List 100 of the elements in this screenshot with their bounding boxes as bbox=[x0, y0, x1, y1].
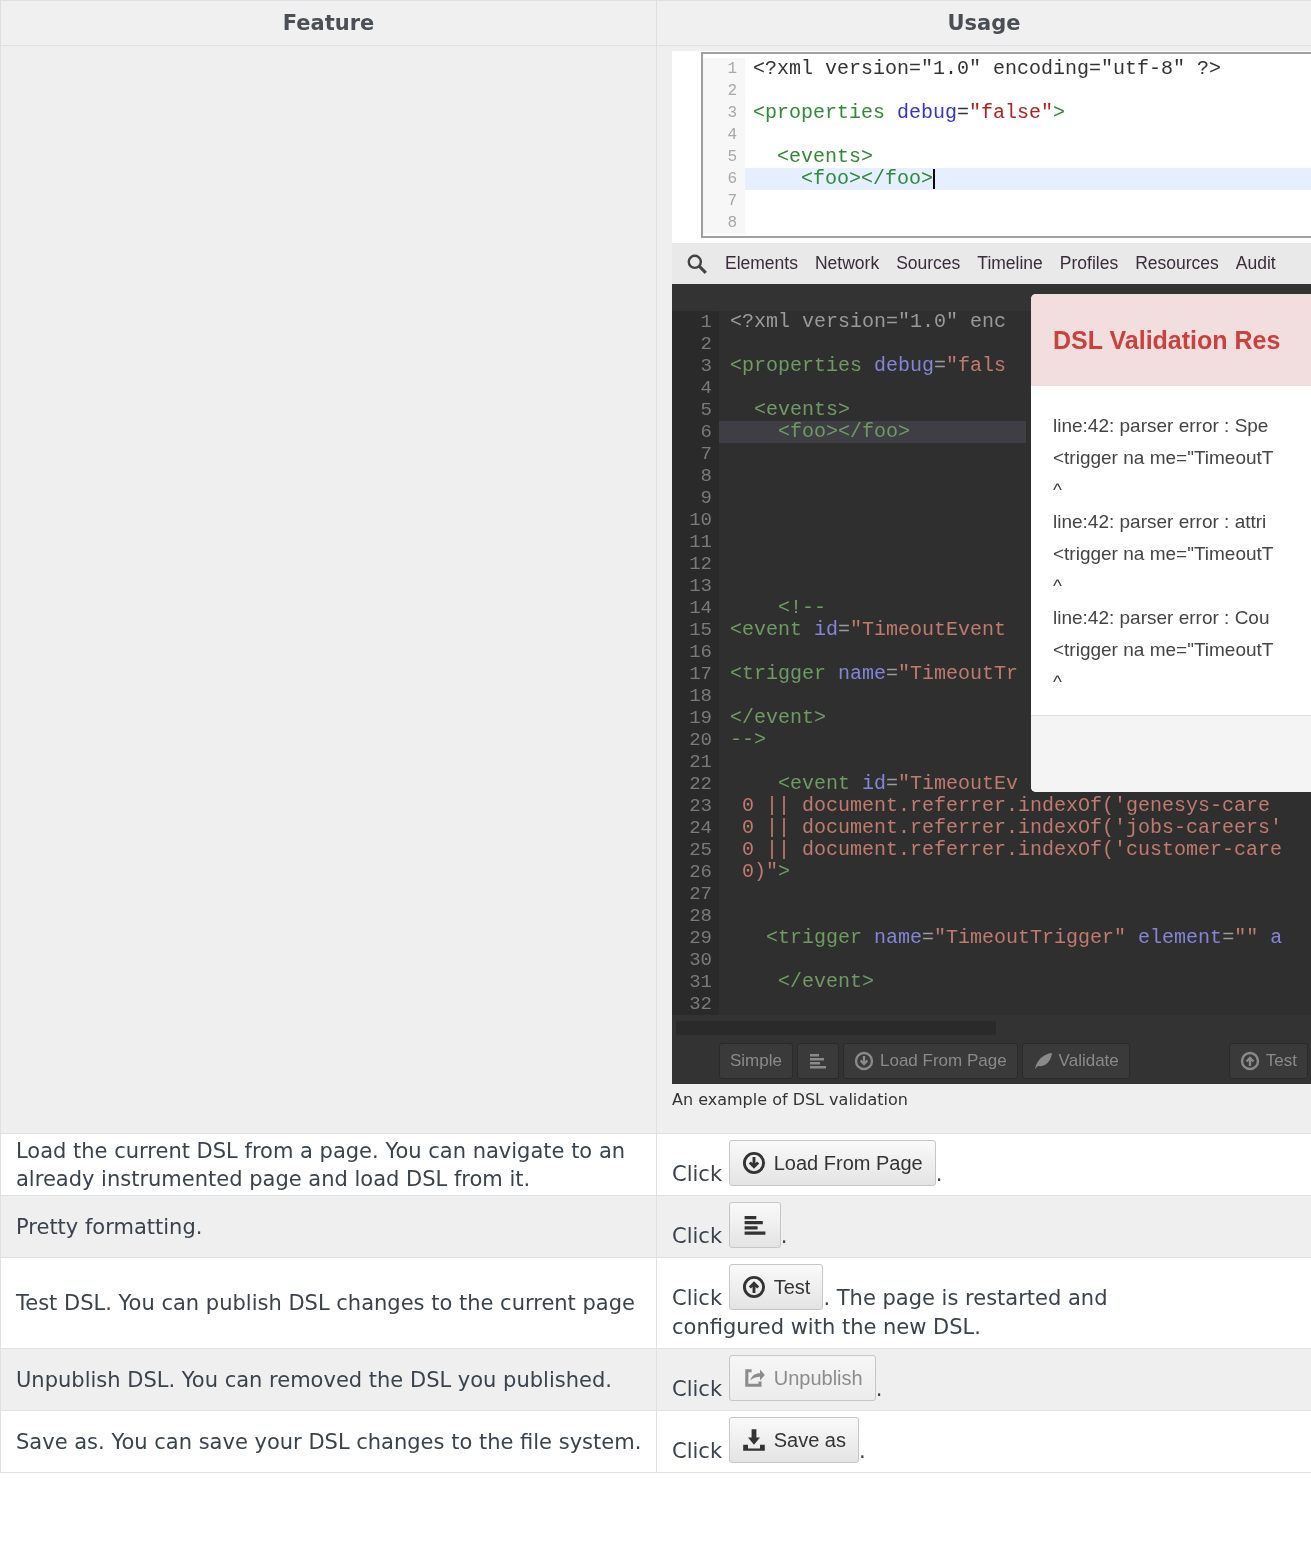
line-number: 6 bbox=[703, 168, 745, 190]
line-number: 18 bbox=[672, 685, 719, 707]
line-number: 21 bbox=[672, 751, 719, 773]
line-number: 29 bbox=[672, 927, 719, 949]
devtools-tab[interactable]: Elements bbox=[725, 253, 798, 274]
code-line: </event> bbox=[729, 707, 826, 729]
code-line: <event id="TimeoutEvent bbox=[729, 619, 1007, 641]
line-number: 6 bbox=[672, 421, 719, 443]
download-circle-icon bbox=[741, 1151, 766, 1175]
usage-instruction: Click . bbox=[672, 1196, 1212, 1257]
line-number: 1 bbox=[672, 311, 719, 333]
line-number: 30 bbox=[672, 949, 719, 971]
feature-description: Unpublish DSL. You can removed the DSL you published. bbox=[16, 1366, 613, 1394]
line-number: 2 bbox=[672, 333, 719, 355]
column-header: Feature bbox=[0, 0, 657, 46]
usage-instruction: Click Unpublish . bbox=[672, 1349, 1212, 1410]
download-circle-icon bbox=[853, 1051, 874, 1071]
line-number: 12 bbox=[672, 553, 719, 575]
toolbar-button[interactable] bbox=[796, 1043, 839, 1079]
line-number: 25 bbox=[672, 839, 719, 861]
error-message: line:42: parser error : attri bbox=[1053, 510, 1268, 534]
error-message: line:42: parser error : Cou bbox=[1053, 606, 1271, 630]
ui-button[interactable] bbox=[728, 1202, 781, 1248]
line-number: 24 bbox=[672, 817, 719, 839]
devtools-tab[interactable]: Resources bbox=[1135, 253, 1219, 274]
download-tray-icon bbox=[741, 1428, 766, 1452]
line-number: 10 bbox=[672, 509, 719, 531]
line-number: 23 bbox=[672, 795, 719, 817]
dialog-title: DSL Validation Res bbox=[1053, 325, 1281, 355]
usage-instruction: Click Test . The page is restarted and configured with the new DSL. bbox=[672, 1258, 1212, 1348]
line-number: 28 bbox=[672, 905, 719, 927]
devtools-tab[interactable]: Audit bbox=[1235, 253, 1276, 274]
line-number: 4 bbox=[703, 124, 745, 146]
line-number: 22 bbox=[672, 773, 719, 795]
code-line: <event id="TimeoutEv bbox=[777, 773, 1019, 795]
code-line: --> bbox=[729, 729, 766, 751]
line-number: 11 bbox=[672, 531, 719, 553]
code-line: 0 || document.referrer.indexOf('genesys-care bbox=[741, 795, 1271, 817]
line-number: 17 bbox=[672, 663, 719, 685]
line-number: 27 bbox=[672, 883, 719, 905]
devtools-tab[interactable]: Profiles bbox=[1059, 253, 1119, 274]
line-number: 2 bbox=[703, 80, 745, 102]
line-number: 13 bbox=[672, 575, 719, 597]
feature-description: Load the current DSL from a page. You can navigate to an already instrumented page and load DSL from it. bbox=[16, 1137, 627, 1193]
error-message: <trigger na me="TimeoutT bbox=[1053, 446, 1275, 470]
search-icon[interactable] bbox=[686, 252, 708, 275]
code-line: <!-- bbox=[777, 597, 826, 619]
devtools-tab[interactable]: Sources bbox=[896, 253, 961, 274]
code-line: 0 || document.referrer.indexOf('jobs-careers' bbox=[741, 817, 1283, 839]
feature-description: Test DSL. You can publish DSL changes to the current page bbox=[16, 1290, 636, 1317]
code-line: <events> bbox=[776, 146, 874, 168]
code-line: <properties debug="fals bbox=[729, 355, 1007, 377]
code-line: <events> bbox=[753, 399, 851, 421]
code-line: <?xml version="1.0" encoding="utf-8" ?> bbox=[752, 58, 1222, 80]
feature-description: Save as. You can save your DSL changes to the file system. bbox=[16, 1428, 643, 1456]
feature-description: Pretty formatting. bbox=[16, 1213, 204, 1241]
figure-caption: An example of DSL validation bbox=[672, 1089, 909, 1111]
line-number: 20 bbox=[672, 729, 719, 751]
line-number: 1 bbox=[703, 58, 745, 80]
line-number: 7 bbox=[672, 443, 719, 465]
line-number: 8 bbox=[672, 465, 719, 487]
code-line: <?xml version="1.0" enc bbox=[729, 311, 1007, 333]
error-message: <trigger na me="TimeoutT bbox=[1053, 542, 1275, 566]
code-line: 0 || document.referrer.indexOf('customer-care bbox=[741, 839, 1283, 861]
error-message: line:42: parser error : Spe bbox=[1053, 414, 1270, 438]
line-number: 31 bbox=[672, 971, 719, 993]
code-line: <trigger name="TimeoutTrigger" element="" a bbox=[765, 927, 1283, 949]
error-message: <trigger na me="TimeoutT bbox=[1053, 638, 1275, 662]
line-number: 19 bbox=[672, 707, 719, 729]
line-number: 7 bbox=[703, 190, 745, 212]
upload-circle-icon bbox=[1239, 1051, 1260, 1071]
code-line: </event> bbox=[777, 971, 875, 993]
devtools-tab[interactable]: Timeline bbox=[977, 253, 1043, 274]
usage-instruction: Click Load From Page . bbox=[672, 1134, 1212, 1195]
ui-button[interactable]: Test bbox=[728, 1264, 824, 1310]
upload-circle-icon bbox=[741, 1275, 766, 1299]
ui-button[interactable]: Save as bbox=[728, 1417, 859, 1463]
line-number: 26 bbox=[672, 861, 719, 883]
leaf-icon bbox=[1032, 1051, 1053, 1071]
ui-button[interactable]: Load From Page bbox=[728, 1140, 936, 1186]
align-left-icon bbox=[807, 1051, 828, 1071]
code-line: <properties debug="false"> bbox=[752, 102, 1066, 124]
devtools-tab[interactable]: Network bbox=[814, 253, 880, 274]
usage-instruction: Click Save as . bbox=[672, 1411, 1212, 1472]
line-number: 4 bbox=[672, 377, 719, 399]
line-number: 9 bbox=[672, 487, 719, 509]
line-number: 16 bbox=[672, 641, 719, 663]
line-number: 15 bbox=[672, 619, 719, 641]
code-line: <trigger name="TimeoutTr bbox=[729, 663, 1019, 685]
error-message: ^ bbox=[1053, 478, 1063, 502]
code-line: 0)"> bbox=[741, 861, 791, 883]
line-number: 14 bbox=[672, 597, 719, 619]
line-number: 5 bbox=[672, 399, 719, 421]
line-number: 32 bbox=[672, 993, 719, 1015]
error-message: ^ bbox=[1053, 670, 1063, 694]
line-number: 8 bbox=[703, 212, 745, 234]
column-header: Usage bbox=[656, 0, 1311, 46]
line-number: 3 bbox=[672, 355, 719, 377]
line-number: 5 bbox=[703, 146, 745, 168]
error-message: ^ bbox=[1053, 574, 1063, 598]
